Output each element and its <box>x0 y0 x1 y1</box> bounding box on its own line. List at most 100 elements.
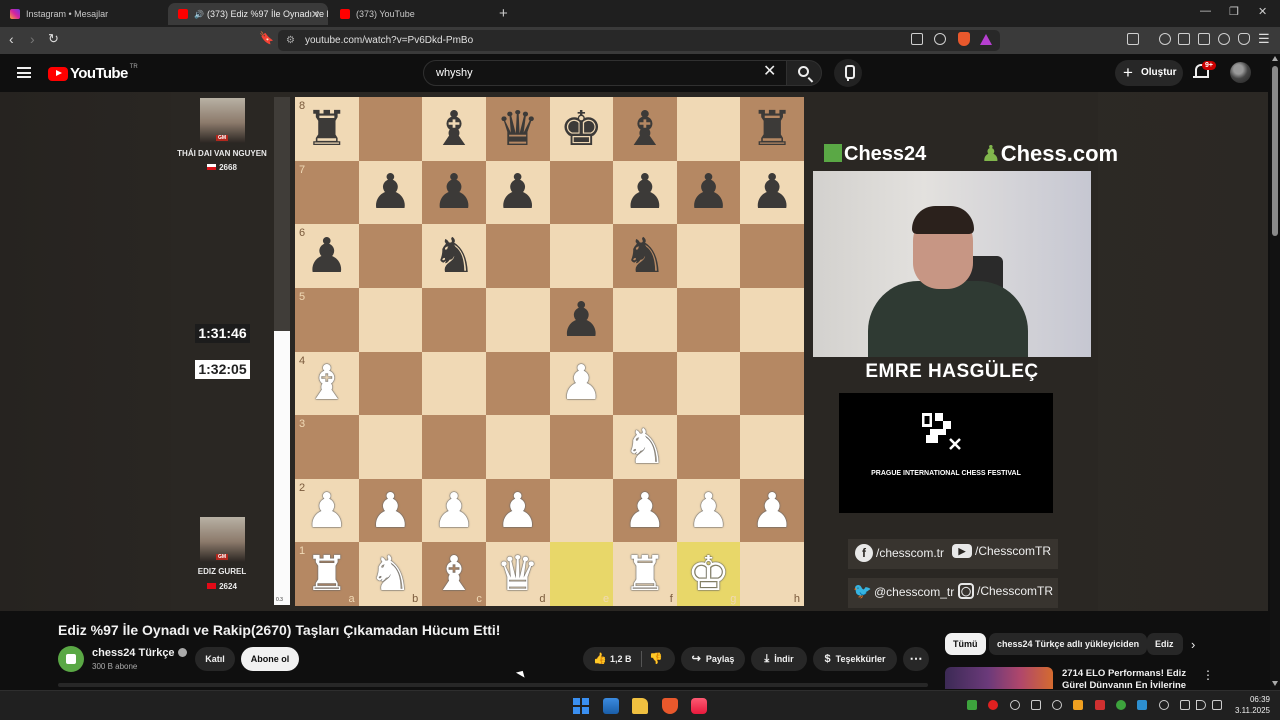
windows-start-icon[interactable] <box>573 698 589 714</box>
tab-video[interactable]: 🔊 (373) Ediz %97 İle Oynadı ve R ✕ <box>168 3 328 25</box>
search-input[interactable]: whyshy <box>423 60 787 86</box>
restore-icon[interactable]: ❐ <box>1229 5 1239 18</box>
download-button[interactable]: ⤓ İndir <box>751 647 807 671</box>
square-d1: d ♛ <box>485 542 550 606</box>
share-arrow-icon: ↪ <box>691 653 701 665</box>
tray-app-icon[interactable] <box>967 700 977 710</box>
recommendation-title[interactable]: 2714 ELO Performans! Ediz Gürel Dünyanın… <box>1062 668 1202 688</box>
square-a7: 7 <box>295 160 359 225</box>
square-b6 <box>358 224 423 288</box>
hamburger-menu-icon[interactable] <box>17 67 31 78</box>
tray-settings-icon[interactable] <box>1052 700 1062 710</box>
tab-youtube-home[interactable]: (373) YouTube <box>330 3 490 25</box>
share-icon[interactable] <box>934 33 946 45</box>
tray-back-icon[interactable] <box>1031 700 1041 710</box>
evaluation-black-portion <box>274 97 290 331</box>
new-tab-button[interactable]: + <box>499 5 508 22</box>
minimize-icon[interactable]: — <box>1200 5 1211 17</box>
scroll-up-icon[interactable] <box>1272 56 1278 61</box>
thanks-label: Teşekkürler <box>835 654 886 664</box>
file-label: g <box>730 593 737 605</box>
dislike-icon[interactable]: 👎 <box>649 652 663 665</box>
square-h7: ♟ <box>740 160 804 225</box>
scrollbar-thumb[interactable] <box>1272 66 1278 236</box>
tray-vlc-icon[interactable] <box>1073 700 1083 710</box>
page-scrollbar[interactable] <box>1270 54 1280 690</box>
voice-search-button[interactable] <box>834 59 862 87</box>
tray-cloud-icon[interactable] <box>1137 700 1147 710</box>
like-icon[interactable]: 👍 <box>593 652 607 665</box>
tray-antivirus-icon[interactable] <box>1095 700 1105 710</box>
share-button[interactable]: ↪ Paylaş <box>681 647 745 671</box>
tray-record-icon[interactable] <box>988 700 998 710</box>
bookmark-icon[interactable]: 🔖 <box>259 31 274 45</box>
youtube-logo[interactable]: YouTube TR <box>48 64 138 82</box>
more-actions-icon[interactable]: ⋯ <box>903 647 929 671</box>
menu-icon[interactable]: ☰ <box>1258 31 1270 47</box>
music-icon[interactable] <box>1159 33 1171 45</box>
chip-channel[interactable]: chess24 Türkçe adlı yükleyiciden <box>989 633 1148 655</box>
url-bar[interactable]: ⚙ youtube.com/watch?v=Pv6Dkd-PmBo <box>278 30 1000 51</box>
clear-search-icon[interactable]: ✕ <box>763 64 776 80</box>
site-settings-icon[interactable]: ⚙ <box>286 30 295 51</box>
square-g2: ♟ <box>676 478 741 543</box>
streamer-name: EMRE HASGÜLEÇ <box>865 361 1039 382</box>
chips-next-icon[interactable]: › <box>1191 637 1195 652</box>
thanks-button[interactable]: $ Teşekkürler <box>813 647 897 671</box>
channel-avatar[interactable] <box>58 646 84 672</box>
browser-toolbar: ‹ › ↻ 🔖 ⚙ youtube.com/watch?v=Pv6Dkd-PmB… <box>0 27 1280 54</box>
vpn-icon[interactable] <box>1238 33 1250 45</box>
sidebar-icon[interactable] <box>1127 33 1139 45</box>
subscribe-button[interactable]: Abone ol <box>241 647 299 671</box>
chip-all[interactable]: Tümü <box>945 633 986 655</box>
wallet-icon[interactable] <box>1198 33 1210 45</box>
search-button[interactable] <box>786 60 822 86</box>
reload-icon[interactable]: ↻ <box>48 31 59 47</box>
chip-ediz[interactable]: Ediz <box>1147 633 1183 655</box>
brave-shield-icon[interactable] <box>958 32 970 46</box>
square-c8: ♝ <box>422 97 486 161</box>
chesscom-wordmark: Chess.com <box>1000 141 1119 166</box>
square-a4: 4 ♝ <box>295 351 359 416</box>
square-c3 <box>422 415 486 479</box>
tray-steam-icon[interactable] <box>1010 700 1020 710</box>
brave-rewards-icon[interactable] <box>980 34 992 45</box>
cast-icon[interactable] <box>911 33 923 45</box>
account-avatar[interactable] <box>1230 62 1251 83</box>
tray-volume-icon[interactable] <box>1196 700 1206 710</box>
black-pawn-icon: ♟ <box>305 228 349 285</box>
tray-nvidia-icon[interactable] <box>1116 700 1126 710</box>
reader-icon[interactable] <box>1178 33 1190 45</box>
festival-logo-icon <box>922 413 961 450</box>
photos-app-icon[interactable] <box>603 698 619 714</box>
join-button[interactable]: Katıl <box>195 647 235 671</box>
twitter-icon: 🐦 <box>853 583 872 600</box>
close-tab-icon[interactable]: ✕ <box>311 8 320 21</box>
close-window-icon[interactable]: ✕ <box>1258 5 1267 18</box>
pawn-icon: ♟ <box>981 142 1001 167</box>
file-label: b <box>412 593 419 605</box>
create-button[interactable]: + Oluştur <box>1115 60 1183 86</box>
music-app-icon[interactable] <box>691 698 707 714</box>
taskbar-date: 3.11.2025 <box>1235 706 1270 715</box>
square-h4 <box>740 351 804 416</box>
recommendation-menu-icon[interactable]: ⋮ <box>1202 668 1214 682</box>
tray-mic-icon[interactable] <box>1159 700 1169 710</box>
taskbar-clock[interactable]: 06:39 3.11.2025 <box>1230 694 1270 716</box>
white-knight-icon: ♞ <box>623 418 667 475</box>
channel-name[interactable]: chess24 Türkçe <box>92 647 187 659</box>
like-count[interactable]: 1,2 B <box>610 647 632 671</box>
tray-network-icon[interactable] <box>1180 700 1190 710</box>
scroll-down-icon[interactable] <box>1272 681 1278 686</box>
black-rook-icon: ♜ <box>305 100 349 157</box>
back-icon[interactable]: ‹ <box>9 31 14 47</box>
tray-battery-icon[interactable] <box>1212 700 1222 710</box>
tab-instagram[interactable]: Instagram • Mesajlar <box>0 3 165 25</box>
recommendation-thumbnail[interactable] <box>945 667 1053 689</box>
square-a2: 2 ♟ <box>295 478 359 543</box>
brave-browser-icon[interactable] <box>662 698 678 714</box>
forward-icon[interactable]: › <box>30 31 35 47</box>
leo-icon[interactable] <box>1218 33 1230 45</box>
file-explorer-icon[interactable] <box>632 698 648 714</box>
streamer-body <box>868 281 1028 357</box>
